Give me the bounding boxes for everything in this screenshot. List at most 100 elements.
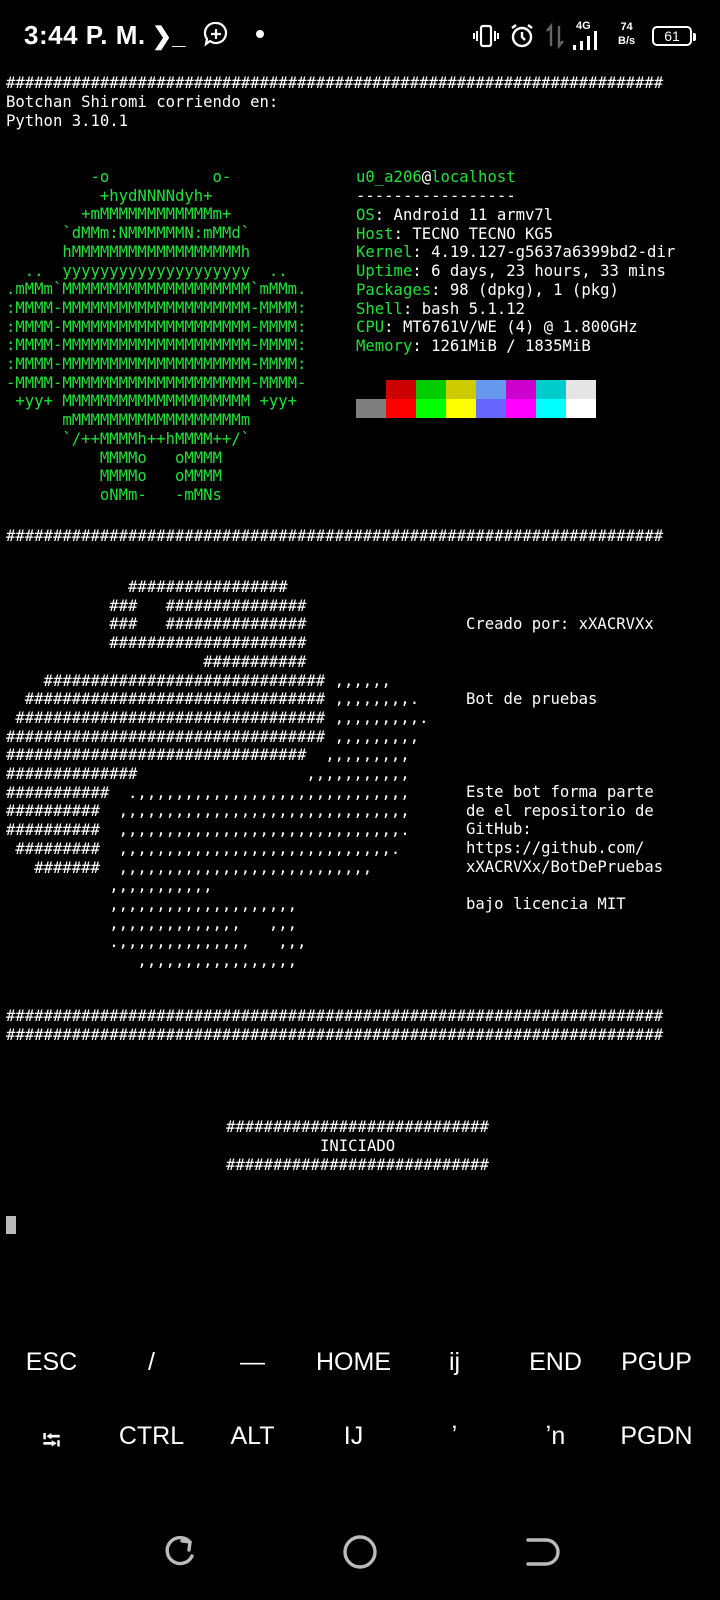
sysinfo-title: u0_a206@localhost (356, 168, 516, 187)
art-line: ,,,,,,,,,,, (6, 877, 213, 896)
logo-line: -MMMM-MMMMMMMMMMMMMMMMMMMM-MMMM- (6, 373, 307, 392)
separator-bottom: ########################################… (6, 1026, 664, 1044)
logo-line: +yy+ MMMMMMMMMMMMMMMMMMMM +yy+ (6, 392, 298, 411)
description-line: xXACRVXx/BotDePruebas (466, 857, 664, 876)
palette-bottom-swatch (566, 399, 596, 418)
vibrate-icon (472, 22, 500, 57)
extra-key-row2-2[interactable]: ALT (201, 1422, 304, 1451)
net-speed: 74 B/s (618, 20, 635, 48)
palette-bottom-swatch (446, 399, 476, 418)
extra-key-row1-6[interactable]: PGUP (605, 1348, 708, 1377)
extra-key-row1-2[interactable]: — (201, 1348, 304, 1377)
sysinfo-row: OS: Android 11 armv7l (356, 206, 675, 225)
logo-line: hMMMMMMMMMMMMMMMMMMh (6, 242, 251, 261)
extra-key-row2-6[interactable]: PGDN (605, 1422, 708, 1451)
logo-line: mMMMMMMMMMMMMMMMMMMm (6, 411, 251, 430)
palette-top-swatch (446, 380, 476, 399)
logo-line: `dMMm:NMMMMMMN:mMMd` (6, 224, 251, 243)
clock: 3:44 P. M. (24, 20, 146, 50)
extra-key-row2-4[interactable]: ʼ (403, 1422, 506, 1451)
net-speed-value: 74 (620, 21, 633, 33)
recent-apps-icon[interactable] (160, 1532, 200, 1577)
sysinfo-row: Kernel: 4.19.127-g5637a6399bd2-dir (356, 243, 675, 262)
dot-icon (256, 30, 264, 38)
extra-keys-bar: ESC / — HOME ij END PGUP ⭾ CTRL ALT IJ ʼ ʼn PGDN (0, 1340, 720, 1490)
banner-top: ############################ (226, 1118, 489, 1136)
navigation-bar (0, 1510, 720, 1600)
net-speed-unit: B/s (618, 35, 636, 47)
sysinfo-value: : bash 5.1.12 (402, 299, 526, 318)
logo-line: +hydNNNNdyh+ (6, 186, 213, 205)
extra-key-row1-0[interactable]: ESC (0, 1348, 103, 1377)
data-arrows-icon (544, 22, 566, 57)
separator-top: ########################################… (6, 74, 664, 92)
back-icon[interactable] (520, 1532, 560, 1577)
sysinfo-value: : 6 days, 23 hours, 33 mins (412, 262, 666, 281)
logo-line: :MMMM-MMMMMMMMMMMMMMMMMMMM-MMMM: (6, 355, 307, 374)
logo-line: MMMMo oMMMM (6, 448, 222, 467)
extra-key-row1-4[interactable]: ij (403, 1348, 506, 1377)
art-line: ################# (6, 578, 288, 596)
description-line: Este bot forma parte (466, 783, 654, 801)
sysinfo-key: OS (356, 206, 375, 224)
description-line: de el repositorio de (466, 801, 654, 820)
signal-icon (572, 30, 600, 58)
home-icon[interactable] (340, 1532, 380, 1577)
palette-bottom-swatch (386, 399, 416, 418)
created-by-text: Creado por: xXACRVXx (466, 615, 654, 633)
art-line: ,,,,,,,,,,,,,,,,, (6, 952, 298, 971)
description-text: Este bot forma parte de el repositorio de… (466, 783, 663, 914)
sysinfo-value: : 98 (dpkg), 1 (pkg) (431, 280, 619, 299)
sysinfo-row: CPU: MT6761V/WE (4) @ 1.800GHz (356, 318, 675, 337)
art-line: ##################### (6, 634, 307, 653)
extra-key-row1-1[interactable]: / (100, 1348, 203, 1377)
logo-line: MMMMo oMMMM (6, 467, 222, 486)
palette-top-swatch (386, 380, 416, 399)
sysinfo-value: : Android 11 armv7l (374, 206, 554, 224)
palette-bottom-swatch (476, 399, 506, 418)
palette-top-swatch (356, 380, 386, 399)
palette-bottom-swatch (536, 399, 566, 418)
sysinfo-key: Packages (356, 280, 432, 299)
art-line: ################################ ,,,,,,,… (6, 690, 420, 709)
palette-top-swatch (566, 380, 596, 399)
logo-line: :MMMM-MMMMMMMMMMMMMMMMMMMM-MMMM: (6, 336, 307, 355)
extra-key-row1-3[interactable]: HOME (302, 1348, 405, 1377)
sysinfo-rule: ----------------- (356, 187, 516, 205)
sysinfo-value: : 1261MiB / 1835MiB (412, 336, 591, 355)
palette-bottom-swatch (506, 399, 536, 418)
art-line: ,,,,,,,,,,,,,,,,,,,, (6, 895, 298, 914)
art-line: ######### ,,,,,,,,,,,,,,,,,,,,,,,,,,,,,. (6, 839, 401, 858)
palette-top-swatch (416, 380, 446, 399)
palette-top-swatch (536, 380, 566, 399)
terminal-cursor (6, 1216, 16, 1234)
art-line: ########### .,,,,,,,,,,,,,,,,,,,,,,,,,,,… (6, 783, 410, 802)
sysinfo-user: u0_a206 (356, 168, 422, 186)
logo-line: :MMMM-MMMMMMMMMMMMMMMMMMMM-MMMM: (6, 317, 307, 336)
palette-bottom-swatch (356, 399, 386, 418)
logo-line: -o o- (6, 168, 232, 186)
palette-top-swatch (476, 380, 506, 399)
description-line: bajo licencia MIT (466, 895, 626, 914)
sysinfo-host: localhost (431, 168, 516, 186)
art-line: ### ############### (6, 615, 307, 634)
sysinfo-key: CPU (356, 318, 385, 337)
terminal-output[interactable]: ########################################… (6, 74, 714, 1174)
art-line: ### ############### (6, 596, 307, 615)
art-line: ################################## ,,,,,… (6, 727, 420, 746)
separator-mid: ########################################… (6, 527, 664, 545)
art-line: ############## ,,,,,,,,,,, (6, 765, 410, 784)
logo-line: .mMMm`MMMMMMMMMMMMMMMMMMMM`mMMm. (6, 280, 307, 299)
extra-key-row1-5[interactable]: END (504, 1348, 607, 1377)
logo-line: +mMMMMMMMMMMMMm+ (6, 205, 232, 224)
extra-key-row2-3[interactable]: IJ (302, 1422, 405, 1451)
extra-key-row2-5[interactable]: ʼn (504, 1422, 607, 1451)
terminal-prompt-icon: ❯_ (152, 23, 186, 50)
extra-key-row2-1[interactable]: CTRL (100, 1422, 203, 1451)
extra-key-row2-0[interactable]: ⭾ (0, 1422, 103, 1465)
header-line: Botchan Shiromi corriendo en: (6, 93, 279, 111)
bot-name-text: Bot de pruebas (466, 690, 598, 708)
sysinfo-row: Uptime: 6 days, 23 hours, 33 mins (356, 262, 675, 281)
separator-bottom: ########################################… (6, 1007, 664, 1025)
android-ascii-logo: -o o- +hydNNNNdyh+ +mMMMMMMMMMMMMm+ `dMM… (6, 168, 306, 505)
